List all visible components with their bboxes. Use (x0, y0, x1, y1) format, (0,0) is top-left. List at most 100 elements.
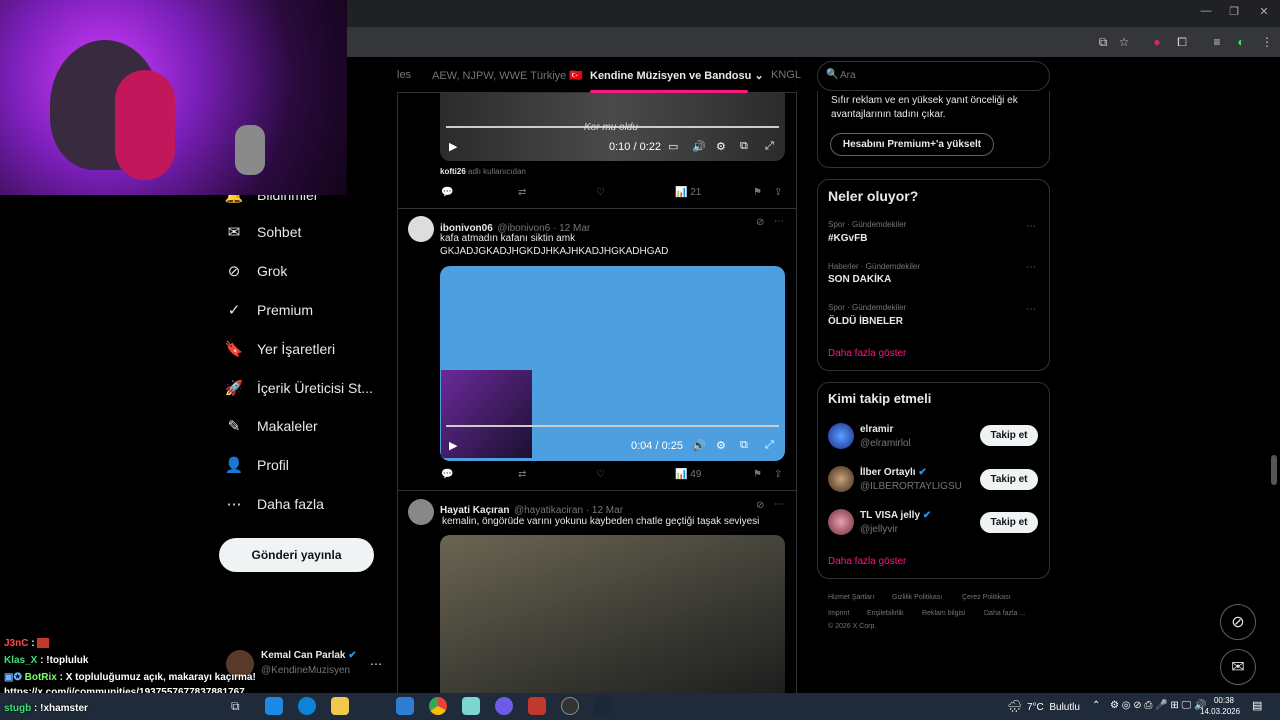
nav-articles[interactable]: ✎ Makaleler (225, 411, 318, 441)
tray-chevron-icon[interactable]: ⌃ (1092, 700, 1100, 711)
search-placeholder[interactable]: Ara (840, 70, 856, 81)
extensions-icon[interactable]: ⧠ (1173, 33, 1191, 51)
messages-float-icon[interactable]: ✉ (1220, 649, 1256, 685)
tweet-avatar[interactable] (408, 216, 434, 242)
steam-icon[interactable] (594, 697, 612, 715)
play-icon[interactable]: ▶ (449, 140, 457, 153)
footer-link[interactable]: Gizlilik Politikası (892, 594, 942, 601)
bookmark-star-icon[interactable]: ☆ (1115, 33, 1133, 51)
trend-more-icon[interactable]: ⋯ (1026, 262, 1036, 273)
tray-icons[interactable]: ⚙ ◎ ⊘ ⎙ 🎤 ⊞ 🖵 🔊 (1110, 700, 1206, 711)
follow-avatar[interactable] (828, 423, 854, 449)
app-icon[interactable] (462, 697, 480, 715)
follow-button[interactable]: Takip et (980, 425, 1038, 446)
settings-icon[interactable]: ⚙ (716, 439, 726, 452)
bookmark-icon[interactable]: ⚑ (753, 187, 762, 198)
tweet-avatar[interactable] (408, 499, 434, 525)
volume-icon[interactable]: 🔊 (692, 439, 706, 452)
nav-profile[interactable]: 👤 Profil (225, 450, 289, 480)
follow-name[interactable]: elramir (860, 424, 893, 435)
browser-menu-icon[interactable]: ⋮ (1258, 33, 1276, 51)
fullscreen-icon[interactable]: ⤢ (765, 140, 774, 153)
nav-creator-studio[interactable]: 🚀 İçerik Üreticisi St... (225, 373, 373, 403)
repost-icon[interactable]: ⇄ (518, 187, 526, 198)
media-control-icon[interactable]: ≡ (1208, 33, 1226, 51)
like-icon[interactable]: ♡ (596, 187, 605, 198)
video-player[interactable] (440, 535, 785, 693)
mail-app-icon[interactable] (396, 697, 414, 715)
follow-button[interactable]: Takip et (980, 469, 1038, 490)
reply-icon[interactable]: 💬 (441, 187, 453, 198)
footer-link[interactable]: Reklam bilgisi (922, 610, 965, 617)
views-stat[interactable]: 📊 49 (675, 469, 701, 480)
edge-icon[interactable] (298, 697, 316, 715)
volume-icon[interactable]: 🔊 (692, 140, 706, 153)
task-view-icon[interactable]: ⧉ (231, 699, 240, 714)
grok-icon[interactable]: ⊘ (756, 217, 764, 228)
fullscreen-icon[interactable]: ⤢ (765, 439, 774, 452)
minimize-icon[interactable]: — (1196, 5, 1216, 21)
tweet-more-icon[interactable]: ⋯ (774, 216, 784, 227)
footer-link[interactable]: Çerez Politikası (962, 594, 1011, 601)
nav-chat[interactable]: ✉ Sohbet (225, 217, 302, 247)
tab-kendine-muzisyen[interactable]: Kendine Müzisyen ve Bandosu ⌄ (590, 69, 764, 82)
video-progress[interactable] (446, 425, 779, 427)
share-icon[interactable]: ⇪ (774, 469, 782, 480)
follow-avatar[interactable] (828, 509, 854, 535)
nav-grok[interactable]: ⊘ Grok (225, 256, 288, 286)
nav-premium[interactable]: ✓ Premium (225, 295, 313, 325)
obs-icon[interactable] (561, 697, 579, 715)
share-icon[interactable]: ⇪ (774, 187, 782, 198)
trend-name[interactable]: SON DAKİKA (828, 274, 891, 285)
reply-icon[interactable]: 💬 (441, 469, 453, 480)
trend-more-icon[interactable]: ⋯ (1026, 304, 1036, 315)
trend-name[interactable]: #KGvFB (828, 233, 867, 244)
repost-icon[interactable]: ⇄ (518, 469, 526, 480)
notifications-icon[interactable]: ▤ (1252, 699, 1262, 712)
views-stat[interactable]: 📊 21 (675, 187, 701, 198)
tab-aew[interactable]: AEW, NJPW, WWE Türkiye 🇹🇷 (432, 69, 583, 82)
explorer-icon[interactable] (331, 697, 349, 715)
stream-app-icon[interactable] (528, 697, 546, 715)
chrome-icon[interactable] (429, 697, 447, 715)
pip-icon[interactable]: ⧉ (740, 140, 748, 153)
follow-show-more[interactable]: Daha fazla göster (828, 556, 906, 567)
footer-link[interactable]: Erişilebilirlik (867, 610, 904, 617)
footer-link[interactable]: Imprint (828, 610, 849, 617)
extension-record-icon[interactable]: ● (1148, 33, 1166, 51)
scrollbar-thumb[interactable] (1271, 455, 1277, 485)
clock-date[interactable]: 14.03.2026 (1200, 707, 1240, 716)
install-app-icon[interactable]: ⧉ (1094, 33, 1112, 51)
tweet-more-icon[interactable]: ⋯ (774, 499, 784, 510)
trends-show-more[interactable]: Daha fazla göster (828, 348, 906, 359)
nav-more[interactable]: ⋯ Daha fazla (225, 489, 324, 519)
follow-button[interactable]: Takip et (980, 512, 1038, 533)
tab-partial[interactable]: les (397, 69, 411, 81)
close-icon[interactable]: ✕ (1254, 5, 1274, 21)
copilot-icon[interactable] (265, 697, 283, 715)
follow-name[interactable]: İlber Ortaylı ✔ (860, 467, 927, 478)
clock-time[interactable]: 00:38 (1210, 696, 1234, 705)
nav-bookmarks[interactable]: 🔖 Yer İşaretleri (225, 334, 335, 364)
trend-more-icon[interactable]: ⋯ (1026, 221, 1036, 232)
settings-icon[interactable]: ⚙ (716, 140, 726, 153)
trend-name[interactable]: ÖLDÜ İBNELER (828, 316, 903, 327)
follow-avatar[interactable] (828, 466, 854, 492)
post-button[interactable]: Gönderi yayınla (219, 538, 374, 572)
bookmark-icon[interactable]: ⚑ (753, 469, 762, 480)
follow-name[interactable]: TL VISA jelly ✔ (860, 510, 931, 521)
account-more-icon[interactable]: ⋯ (370, 657, 382, 671)
grok-float-icon[interactable]: ⊘ (1220, 604, 1256, 640)
discord-icon[interactable] (495, 697, 513, 715)
premium-upgrade-button[interactable]: Hesabını Premium+'a yükselt (830, 133, 994, 156)
weather-text[interactable]: 7°C Bulutlu (1027, 702, 1080, 713)
pip-icon[interactable]: ⧉ (740, 439, 748, 452)
like-icon[interactable]: ♡ (596, 469, 605, 480)
tab-partial[interactable]: KNGL (771, 69, 801, 81)
footer-link[interactable]: Hizmet Şartları (828, 594, 874, 601)
profile-icon[interactable]: ◐ (1232, 33, 1250, 51)
play-icon[interactable]: ▶ (449, 439, 457, 452)
grok-icon[interactable]: ⊘ (756, 500, 764, 511)
captions-icon[interactable]: ▭ (668, 140, 678, 153)
maximize-icon[interactable]: ❐ (1224, 5, 1244, 21)
